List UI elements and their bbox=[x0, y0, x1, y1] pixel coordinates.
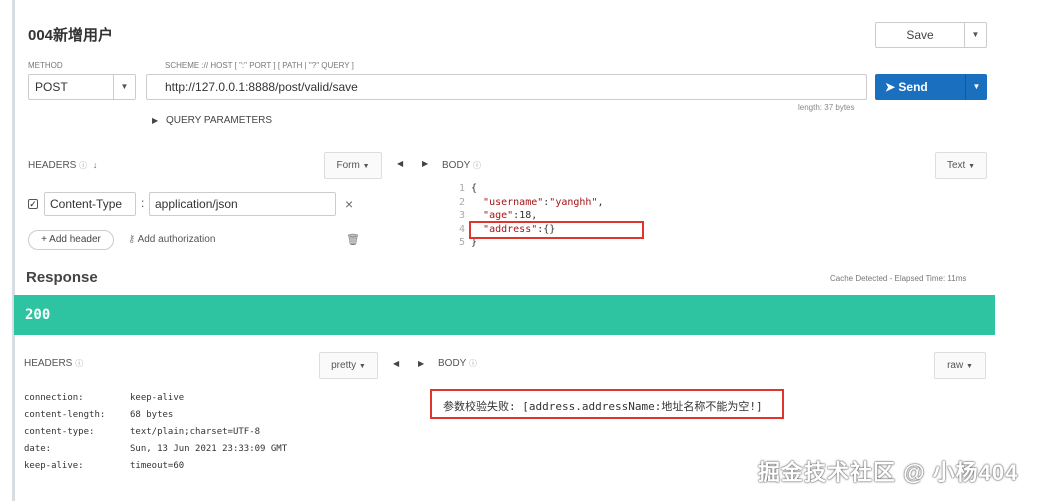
send-button[interactable]: ➤ Send ▼ bbox=[875, 74, 987, 100]
collapse-left-icon[interactable]: ◀ bbox=[393, 359, 399, 368]
request-body-label: BODY ⓘ bbox=[442, 160, 481, 171]
cache-info: Cache Detected - Elapsed Time: 11ms bbox=[830, 274, 967, 283]
chevron-down-icon: ▼ bbox=[358, 363, 366, 370]
collapse-left-icon[interactable]: ◀ bbox=[397, 159, 403, 168]
sort-icon[interactable]: ↓ bbox=[93, 160, 98, 170]
chevron-down-icon: ▼ bbox=[965, 363, 973, 370]
response-headers-mode-dropdown[interactable]: pretty ▼ bbox=[319, 352, 378, 379]
response-body-text: 参数校验失败: [address.addressName:地址名称不能为空!] bbox=[443, 400, 763, 413]
caret-right-icon: ▶ bbox=[152, 116, 159, 125]
code-line: 2 "username":"yanghh", bbox=[458, 196, 604, 208]
method-label: METHOD bbox=[28, 61, 63, 70]
header-value: Sun, 13 Jun 2021 23:33:09 GMT bbox=[130, 444, 288, 454]
header-name-input[interactable]: Content-Type bbox=[44, 192, 136, 216]
status-bar: 200 bbox=[14, 295, 995, 335]
url-input-wrapper[interactable] bbox=[146, 74, 867, 100]
trash-icon[interactable]: 🗑 bbox=[346, 233, 360, 246]
header-value-input[interactable]: application/json bbox=[149, 192, 336, 216]
save-button[interactable]: Save ▼ bbox=[875, 22, 987, 48]
chevron-down-icon[interactable]: ▼ bbox=[113, 75, 135, 99]
request-headers-label: HEADERS ⓘ ↓ bbox=[28, 160, 98, 171]
highlight-box-address bbox=[469, 221, 644, 239]
send-options-chevron-icon[interactable]: ▼ bbox=[965, 74, 987, 100]
headers-form-dropdown[interactable]: Form ▼ bbox=[324, 152, 382, 179]
expand-right-icon[interactable]: ▶ bbox=[418, 359, 424, 368]
response-body-label: BODY ⓘ bbox=[438, 358, 477, 369]
header-key: content-type: bbox=[24, 427, 95, 437]
save-options-chevron-icon[interactable]: ▼ bbox=[964, 23, 986, 47]
code-line: 1{ bbox=[458, 183, 478, 194]
remove-header-icon[interactable]: × bbox=[345, 196, 353, 212]
method-value: POST bbox=[35, 80, 68, 94]
response-headers-keys: connection: content-length: content-type… bbox=[24, 390, 105, 475]
key-icon: ⚷ bbox=[128, 234, 136, 245]
paper-plane-icon: ➤ bbox=[885, 80, 896, 94]
header-value: 68 bytes bbox=[130, 410, 174, 420]
help-icon: ⓘ bbox=[79, 161, 88, 170]
chevron-down-icon: ▼ bbox=[968, 163, 976, 170]
url-input[interactable] bbox=[147, 75, 866, 99]
help-icon: ⓘ bbox=[472, 161, 481, 170]
add-authorization-link[interactable]: ⚷ Add authorization bbox=[128, 234, 215, 245]
header-value: keep-alive bbox=[130, 393, 185, 403]
response-title: Response bbox=[26, 269, 98, 286]
length-info: length: 37 bytes bbox=[798, 103, 855, 112]
response-headers-label: HEADERS ⓘ bbox=[24, 358, 84, 369]
help-icon: ⓘ bbox=[75, 359, 84, 368]
chevron-down-icon: ▼ bbox=[362, 163, 370, 170]
response-body-mode-dropdown[interactable]: raw ▼ bbox=[934, 352, 986, 379]
request-body-editor[interactable]: 1{ 2 "username":"yanghh", 3 "age":18, 4 … bbox=[455, 182, 604, 250]
send-label: ➤ Send bbox=[885, 80, 928, 94]
watermark: 掘金技术社区 @ 小杨404 bbox=[758, 460, 1019, 485]
header-value: timeout=60 bbox=[130, 461, 185, 471]
header-key: connection: bbox=[24, 393, 84, 403]
body-mode-dropdown[interactable]: Text ▼ bbox=[935, 152, 987, 179]
header-key: date: bbox=[24, 444, 52, 454]
header-key: keep-alive: bbox=[24, 461, 84, 471]
header-key: content-length: bbox=[24, 410, 106, 420]
header-enabled-checkbox[interactable]: ✓ bbox=[28, 199, 38, 209]
header-separator: : bbox=[141, 196, 145, 210]
query-parameters-toggle[interactable]: ▶ QUERY PARAMETERS bbox=[152, 115, 272, 126]
add-header-button[interactable]: + Add header bbox=[28, 230, 114, 250]
request-title[interactable]: 004新增用户 bbox=[28, 24, 113, 45]
help-icon: ⓘ bbox=[468, 359, 477, 368]
header-value: text/plain;charset=UTF-8 bbox=[130, 427, 261, 437]
method-select[interactable]: POST ▼ bbox=[28, 74, 136, 100]
left-border bbox=[12, 0, 15, 501]
response-headers-values: keep-alive 68 bytes text/plain;charset=U… bbox=[130, 390, 287, 475]
expand-right-icon[interactable]: ▶ bbox=[422, 159, 428, 168]
status-code: 200 bbox=[25, 307, 51, 323]
save-label: Save bbox=[906, 28, 934, 42]
scheme-label: SCHEME :// HOST [ ":" PORT ] [ PATH | "?… bbox=[165, 61, 354, 70]
